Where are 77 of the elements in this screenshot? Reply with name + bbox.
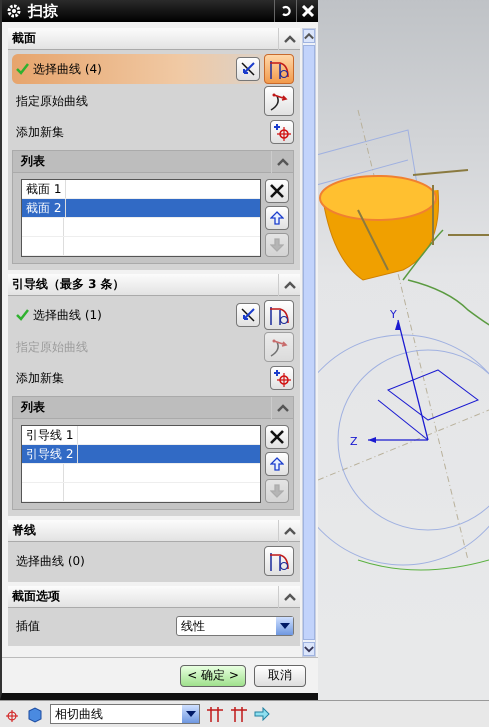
select-curve-button[interactable] [264,54,294,84]
delete-button[interactable] [265,425,289,449]
caret-up-icon [276,158,288,166]
list-row[interactable]: 引导线 1 [22,426,260,445]
add-set-icon [273,369,291,387]
section-title: 引导线（最多 3 条） [11,276,126,293]
ok-button[interactable]: < 确定 > [180,664,246,686]
dialog-title: 扫掠 [26,2,59,20]
delete-icon [270,430,284,444]
curve-select-icon [268,304,290,326]
arrow-down-icon [270,238,284,252]
caret-up-icon [284,526,296,534]
selection-label: 选择曲线 (4) [33,60,102,78]
caret-up-icon [284,280,296,288]
selection-row[interactable]: 选择曲线 (0) [12,546,294,576]
origin-curve-label: 指定原始曲线 [16,92,89,110]
arrow-right-icon[interactable] [254,707,270,721]
caret-up-icon [276,404,288,412]
checkmark-icon [16,63,29,75]
list-row[interactable]: 截面 1 [22,180,260,199]
cube-icon[interactable] [26,705,44,723]
axis-label: Y [390,308,397,321]
add-set-label: 添加新集 [16,370,65,386]
scrollbar[interactable] [302,28,316,657]
add-set-icon [273,123,291,141]
arrow-up-icon [270,211,284,225]
section-header[interactable]: 截面 [8,28,300,50]
vertical-lines-icon[interactable] [206,705,224,723]
section-header[interactable]: 脊线 [8,520,300,542]
selection-row[interactable]: 选择曲线 (1) [12,300,294,330]
list-title: 列表 [20,399,46,416]
curve-select-icon [268,58,290,80]
curve-rule-dropdown[interactable]: 相切曲线 [50,704,200,724]
caret-up-icon [284,34,296,42]
reverse-direction-icon [239,306,257,324]
settings-icon [6,3,22,19]
add-set-button[interactable] [270,366,294,390]
move-up-button[interactable] [265,206,289,230]
section-title: 脊线 [11,522,37,539]
list-title: 列表 [20,153,46,170]
select-curve-button[interactable] [264,546,294,576]
section-title: 截面 [11,30,37,47]
list-row[interactable]: 引导线 2 [22,445,260,464]
section-title: 截面选项 [11,588,61,605]
section-header[interactable]: 截面选项 [8,586,300,608]
origin-curve-label: 指定原始曲线 [16,338,89,356]
cancel-button[interactable]: 取消 [254,664,306,686]
add-set-label: 添加新集 [16,124,65,140]
delete-icon [270,184,284,198]
move-up-button[interactable] [265,452,289,476]
vertical-lines-icon[interactable] [230,705,248,723]
selection-label: 选择曲线 (1) [33,306,102,324]
section-header[interactable]: 引导线（最多 3 条） [8,274,300,296]
arrow-down-icon [270,484,284,498]
interpolation-dropdown[interactable]: 线性 [176,616,294,636]
scroll-up-icon [304,32,314,40]
reverse-direction-button[interactable] [236,303,260,327]
select-curve-button[interactable] [264,300,294,330]
scroll-down-icon [304,646,314,652]
selection-label: 选择曲线 (0) [16,552,85,570]
axis-label: Z [350,435,358,448]
selection-row[interactable]: 选择曲线 (4) [12,54,294,84]
reset-icon [280,5,292,17]
delete-button[interactable] [265,179,289,203]
interpolation-label: 插值 [16,618,41,634]
dropdown-arrow-icon [280,623,290,629]
reverse-direction-icon [239,60,257,78]
checkmark-icon [16,309,29,321]
close-icon [302,5,314,17]
dropdown-arrow-icon [186,711,196,717]
list-row[interactable]: 截面 2 [22,199,260,218]
reverse-direction-button[interactable] [236,57,260,81]
curve-select-icon [268,550,290,572]
arrow-up-icon [270,457,284,471]
caret-up-icon [284,592,296,600]
origin-curve-button[interactable] [264,86,294,116]
add-set-button[interactable] [270,120,294,144]
